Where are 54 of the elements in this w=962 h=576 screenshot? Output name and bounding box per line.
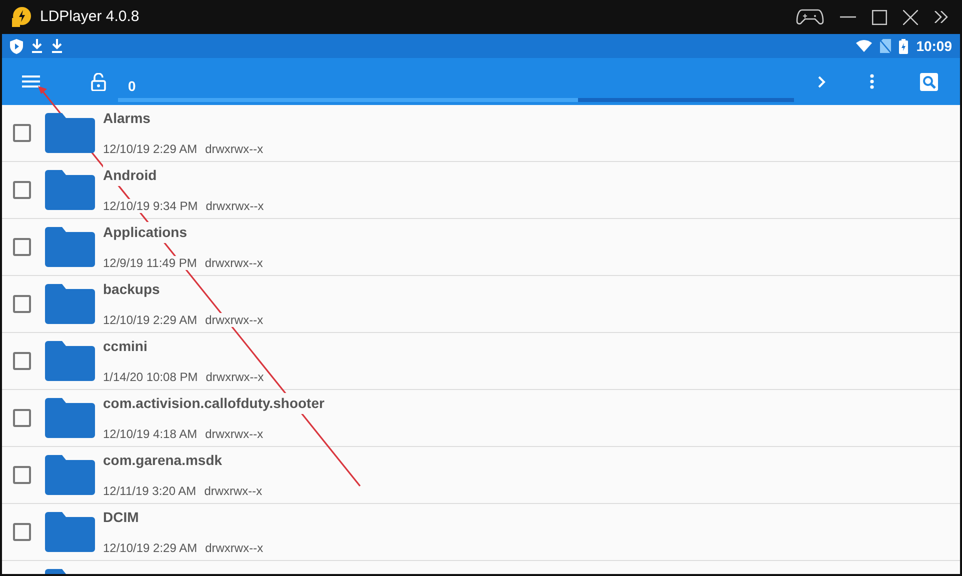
- window-title: LDPlayer 4.0.8: [40, 6, 140, 27]
- no-sim-icon: [880, 39, 892, 53]
- search-icon[interactable]: [920, 72, 938, 90]
- checkbox[interactable]: [13, 181, 31, 199]
- folder-icon: [45, 341, 95, 381]
- folder-name[interactable]: com.activision.callofduty.shooter: [103, 393, 324, 414]
- folder-icon: [45, 398, 95, 438]
- modified-date: 12/10/19 2:29 AM: [103, 142, 198, 156]
- download-icon: [51, 39, 63, 53]
- download-icon: [31, 39, 43, 53]
- modified-date: 1/14/20 10:08 PM: [103, 370, 198, 384]
- battery-charging-icon: [899, 38, 908, 54]
- checkbox[interactable]: [13, 238, 31, 256]
- checkbox[interactable]: [13, 124, 31, 142]
- clock-time: 10:09: [916, 36, 952, 56]
- shield-icon: [10, 38, 23, 54]
- folder-icon: [45, 113, 95, 153]
- checkbox[interactable]: [13, 466, 31, 484]
- modified-date: 12/11/19 3:20 AM: [103, 484, 196, 498]
- more-options-icon[interactable]: [870, 74, 874, 89]
- modified-date: 12/10/19 2:29 AM: [103, 541, 198, 555]
- chevron-right-icon[interactable]: [818, 76, 826, 88]
- close-icon[interactable]: [903, 10, 918, 24]
- permissions: drwxrwx--x: [205, 142, 264, 156]
- minimize-icon[interactable]: [840, 16, 856, 18]
- folder-icon: [45, 170, 95, 210]
- permissions: drwxrwx--x: [206, 370, 264, 384]
- permissions: drwxrwx--x: [205, 541, 264, 555]
- modified-date: 12/9/19 11:49 PM: [103, 256, 197, 270]
- unlocked-padlock-icon[interactable]: [91, 72, 106, 90]
- modified-date: 12/10/19 4:18 AM: [103, 427, 198, 441]
- folder-icon: [45, 512, 95, 552]
- modified-date: 12/10/19 2:29 AM: [103, 313, 198, 327]
- permissions: drwxrwx--x: [204, 484, 262, 498]
- wifi-icon: [856, 40, 872, 52]
- modified-date: 12/10/19 9:34 PM: [103, 199, 198, 213]
- folder-icon: [45, 455, 95, 495]
- checkbox[interactable]: [13, 295, 31, 313]
- permissions: drwxrwx--x: [205, 427, 264, 441]
- folder-icon: [45, 227, 95, 267]
- menu-icon[interactable]: [22, 75, 40, 88]
- folder-name[interactable]: Applications: [103, 222, 188, 243]
- folder-icon: [45, 284, 95, 324]
- permissions: drwxrwx--x: [205, 313, 264, 327]
- permissions: drwxrwx--x: [206, 199, 264, 213]
- app-logo-icon: [10, 6, 32, 28]
- maximize-icon[interactable]: [872, 10, 887, 24]
- checkbox[interactable]: [13, 523, 31, 541]
- gamepad-icon[interactable]: [796, 8, 824, 26]
- double-chevron-icon[interactable]: [934, 11, 948, 23]
- permissions: drwxrwx--x: [204, 256, 263, 270]
- checkbox[interactable]: [13, 352, 31, 370]
- folder-name[interactable]: Android: [103, 165, 157, 186]
- checkbox[interactable]: [13, 409, 31, 427]
